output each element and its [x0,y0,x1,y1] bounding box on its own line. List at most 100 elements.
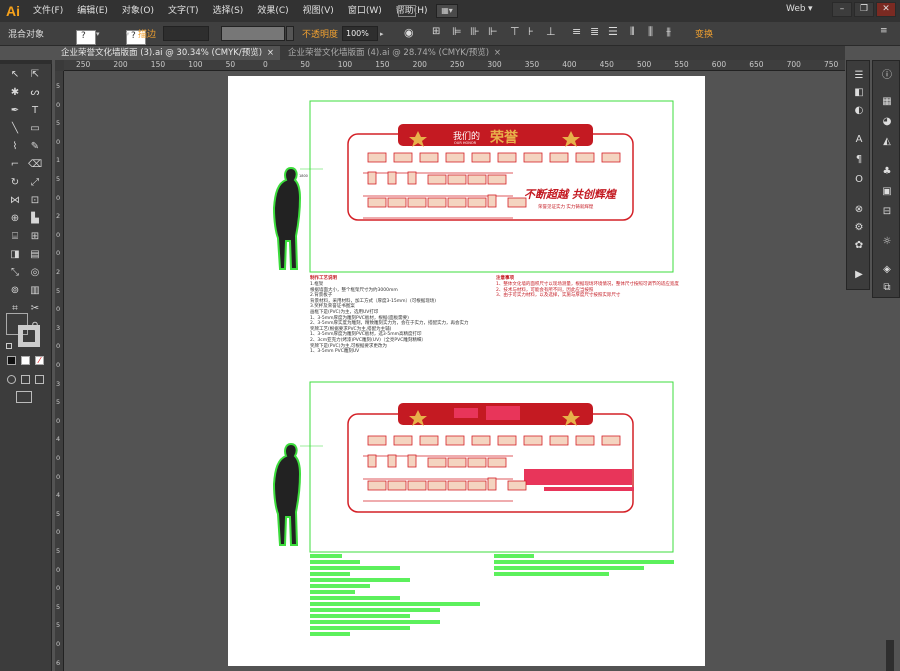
live-paint-tool-icon[interactable]: ▙ [28,212,42,225]
gradient-tool-icon[interactable]: ◨ [8,248,22,261]
shape-builder-tool-icon[interactable]: ⊕ [8,212,22,225]
artboards-panel-icon[interactable]: ⧉ [879,281,895,295]
align-middle-icon[interactable]: ⊦ [528,25,534,38]
rotate-tool-icon[interactable]: ↻ [8,176,22,189]
paintbrush-tool-icon[interactable]: ⌇ [8,140,22,153]
gradient-mode-icon[interactable] [21,356,30,365]
swatches-panel-icon[interactable]: ▦ [879,95,895,109]
direct-selection-tool-icon[interactable]: ⇱ [28,68,42,81]
line-tool-icon[interactable]: ╲ [8,122,22,135]
distribute-middle-icon[interactable]: ≣ [590,25,599,38]
document-info-icon[interactable]: ✿ [851,239,867,253]
color-mode-icon[interactable] [7,356,16,365]
brushes-panel-icon[interactable]: ◭ [879,135,895,149]
tab-document-3[interactable]: 企业荣誉文化墙版面 (3).ai @ 30.34% (CMYK/预览) × [55,46,280,60]
stroke-label[interactable]: 描边 [138,27,156,40]
distribute-right-icon[interactable]: ⫵ [666,25,671,39]
magic-wand-tool-icon[interactable]: ✱ [8,86,22,99]
gradient-panel-icon[interactable]: ☼ [879,235,895,249]
minimize-button[interactable]: – [832,2,852,17]
links-panel-icon[interactable]: ⊗ [851,203,867,217]
opacity-field[interactable]: 100% [342,26,378,41]
symbol-sprayer-tool-icon[interactable]: ⊚ [8,284,22,297]
chevron-down-icon[interactable] [286,26,294,41]
blend-tool-icon[interactable]: ◎ [28,266,42,279]
transparency-panel-icon[interactable]: ◧ [851,86,867,100]
vertical-ruler[interactable]: 5 0 5 0 1 5 0 2 0 0 2 5 0 3 0 0 3 5 0 4 0 0 4 5 0 5 0 0 5 5 0 6 [55,60,64,671]
bridge-icon[interactable] [398,5,416,17]
lasso-tool-icon[interactable]: ᔕ [28,86,42,99]
panel-grip[interactable] [0,60,52,64]
menu-object[interactable]: 对象(O) [115,0,161,22]
symbols-panel-icon[interactable]: ♣ [879,165,895,179]
pen-tool-icon[interactable]: ✒ [8,104,22,117]
chevron-down-icon[interactable]: ▾ [808,4,813,14]
pencil-tool-icon[interactable]: ✎ [28,140,42,153]
info-panel-icon[interactable]: ⓘ [879,69,895,83]
appearance-panel-icon[interactable]: ◐ [851,104,867,118]
chevron-down-icon[interactable]: ▾ [96,27,104,42]
menu-effect[interactable]: 效果(C) [250,0,295,22]
honor-wall-design-1[interactable]: 我们的 荣誉 OUR HONOR 不断超越 共创辉煌 荣誉见证实力 实力铸就辉煌… [272,100,674,273]
menu-icon[interactable]: ☰ [851,69,867,83]
align-left-icon[interactable]: ⊫ [452,25,462,38]
panel-menu-icon[interactable]: ≡ [880,26,888,36]
stroke-indicator[interactable] [18,325,40,347]
align-right-icon[interactable]: ⊩ [488,25,498,38]
eyedropper-tool-icon[interactable]: ⤡ [8,266,22,279]
honor-wall-design-2[interactable] [272,381,674,636]
align-grid-icon[interactable]: ⊞ [432,26,440,37]
paragraph-panel-icon[interactable]: ¶ [851,153,867,167]
perspective-grid-tool-icon[interactable]: ⌸ [8,230,22,243]
menu-window[interactable]: 窗口(W) [341,0,389,22]
draw-normal-icon[interactable] [7,375,16,384]
opentype-panel-icon[interactable]: O [851,173,867,187]
menu-edit[interactable]: 编辑(E) [70,0,115,22]
free-transform-tool-icon[interactable]: ⊡ [28,194,42,207]
type-tool-icon[interactable]: T [28,104,42,117]
eraser-tool-icon[interactable]: ⌫ [28,158,42,171]
artboard[interactable]: 我们的 荣誉 OUR HONOR 不断超越 共创辉煌 荣誉见证实力 实力铸就辉煌… [228,76,705,666]
align-top-icon[interactable]: ⊤ [510,25,520,38]
layers-panel-icon[interactable]: ◈ [879,263,895,277]
align-bottom-icon[interactable]: ⊥ [546,25,556,38]
opacity-label[interactable]: 不透明度 [302,27,338,40]
actions-panel-icon[interactable]: ▶ [851,268,867,282]
stroke-weight-field[interactable] [163,26,209,41]
chevron-down-icon[interactable]: ▸ [380,27,388,42]
gradient-swatch-icon[interactable]: ▤ [28,248,42,261]
tab-document-4[interactable]: 企业荣誉文化墙版面 (4).ai @ 28.74% (CMYK/预览) × [282,46,507,60]
mesh-tool-icon[interactable]: ⊞ [28,230,42,243]
menu-select[interactable]: 选择(S) [206,0,251,22]
none-mode-icon[interactable]: ⁄ [35,356,44,365]
close-button[interactable]: ✕ [876,2,896,17]
draw-behind-icon[interactable] [21,375,30,384]
workspace-switcher[interactable]: Web [786,4,806,14]
graphic-styles-icon[interactable]: ▣ [879,185,895,199]
selection-tool-icon[interactable]: ↖ [8,68,22,81]
transform-label[interactable]: 变换 [695,27,713,40]
fill-swatch[interactable]: ? [76,30,96,45]
menu-file[interactable]: 文件(F) [26,0,70,22]
align-center-icon[interactable]: ⊪ [470,25,480,38]
distribute-center-icon[interactable]: ⫼ [648,25,653,39]
chevron-down-icon[interactable]: ▾ [126,27,134,42]
close-icon[interactable]: × [267,46,274,60]
slice-tool-icon[interactable]: ✂ [28,302,42,315]
distribute-horizontal-icon[interactable]: ⫴ [630,25,635,39]
character-panel-icon[interactable]: A [851,133,867,147]
horizontal-ruler[interactable]: 250 200 150 100 50 0 50 100 150 200 250 300 350 400 45… [64,60,845,71]
color-panel-icon[interactable]: ◕ [879,115,895,129]
stroke-panel-icon[interactable]: ⊟ [879,205,895,219]
variable-width-profile[interactable] [221,26,285,41]
ruler-origin[interactable] [55,60,64,71]
restore-button[interactable]: ❐ [854,2,874,17]
screen-mode-icon[interactable] [16,391,32,403]
rectangle-tool-icon[interactable]: ▭ [28,122,42,135]
blob-brush-tool-icon[interactable]: ⌐ [8,158,22,171]
recolor-icon[interactable]: ◉ [404,26,414,39]
close-icon[interactable]: × [494,46,501,60]
column-graph-tool-icon[interactable]: ▥ [28,284,42,297]
draw-inside-icon[interactable] [35,375,44,384]
distribute-bottom-icon[interactable]: ☰ [608,25,618,38]
